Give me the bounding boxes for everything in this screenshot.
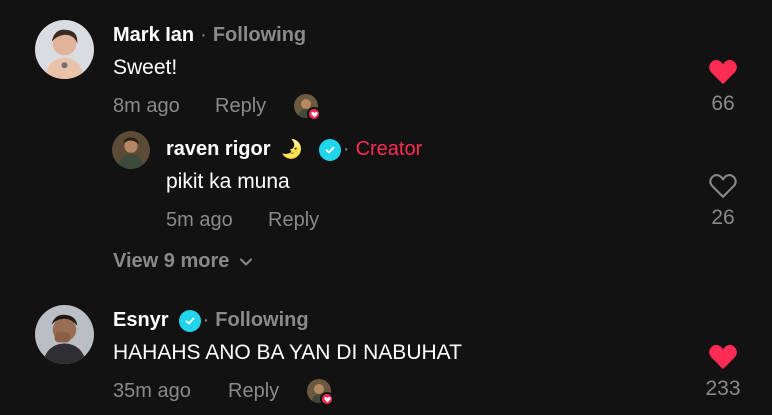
avatar-raven-rigor[interactable] <box>112 131 150 169</box>
heart-icon <box>320 392 334 406</box>
user-photo-icon <box>112 131 150 169</box>
comment-timestamp: 35m ago <box>113 380 191 402</box>
creator-badge: Creator <box>355 138 423 160</box>
comment-author[interactable]: Esnyr <box>113 309 169 332</box>
view-more-replies-button[interactable]: View 9 more <box>113 250 253 273</box>
comment-text: HAHAHS ANO BA YAN DI NABUHAT <box>113 341 462 364</box>
like-heart-icon[interactable] <box>708 58 738 86</box>
creator-liked-indicator <box>294 94 322 122</box>
comment-text: Sweet! <box>113 56 178 79</box>
moon-emoji-icon: 🌛 <box>280 139 303 159</box>
reply-button[interactable]: Reply <box>268 209 319 232</box>
comment-author[interactable]: Mark Ian <box>113 24 194 47</box>
avatar-esnyr[interactable] <box>35 305 94 364</box>
following-label: Following <box>215 309 309 331</box>
separator-dot: · <box>200 24 207 46</box>
like-heart-icon[interactable] <box>708 343 738 371</box>
verified-badge-icon <box>178 309 201 332</box>
user-photo-icon <box>35 20 94 79</box>
user-photo-icon <box>35 305 94 364</box>
like-count: 233 <box>705 377 741 400</box>
reply-author[interactable]: raven rigor <box>166 138 270 161</box>
like-count: 26 <box>711 206 735 229</box>
like-heart-outline-icon[interactable] <box>708 172 738 200</box>
view-more-label: View 9 more <box>113 250 230 272</box>
verified-badge-icon <box>318 138 341 161</box>
chevron-down-icon <box>240 258 253 265</box>
creator-liked-indicator <box>307 379 335 407</box>
separator-dot: · <box>342 138 350 160</box>
avatar-mark-ian[interactable] <box>35 20 94 79</box>
separator-dot: · <box>202 309 210 331</box>
following-label: Following <box>212 24 307 46</box>
reply-timestamp: 5m ago <box>166 209 233 231</box>
heart-icon <box>307 107 321 121</box>
reply-text: pikit ka muna <box>166 170 290 193</box>
reply-button[interactable]: Reply <box>228 380 279 403</box>
comment-timestamp: 8m ago <box>113 95 180 117</box>
reply-button[interactable]: Reply <box>215 95 266 118</box>
like-count: 66 <box>711 92 735 115</box>
